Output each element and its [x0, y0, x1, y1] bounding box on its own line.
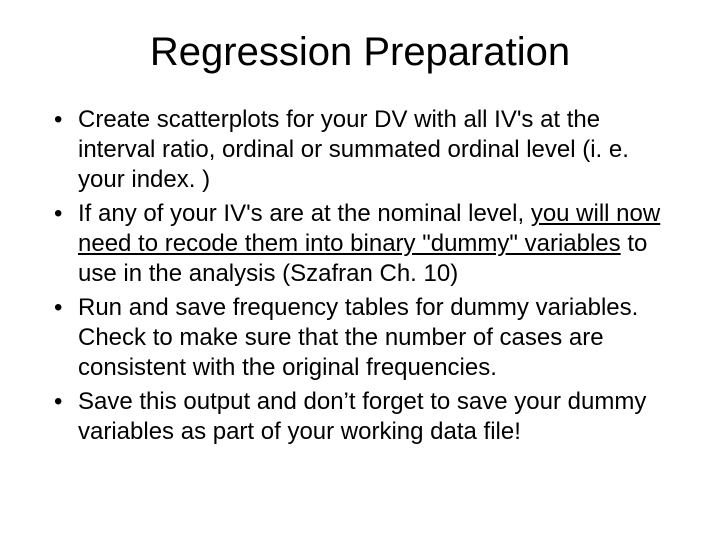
list-item: Create scatterplots for your DV with all… — [50, 105, 680, 195]
bullet-text-pre: Run and save frequency tables for dummy … — [78, 294, 638, 381]
bullet-text-pre: Save this output and don’t forget to sav… — [78, 388, 646, 445]
bullet-text-pre: Create scatterplots for your DV with all… — [78, 106, 629, 193]
page-title: Regression Preparation — [40, 30, 680, 75]
list-item: If any of your IV's are at the nominal l… — [50, 199, 680, 289]
bullet-text-pre: If any of your IV's are at the nominal l… — [78, 200, 531, 227]
slide: Regression Preparation Create scatterplo… — [0, 0, 720, 540]
list-item: Run and save frequency tables for dummy … — [50, 293, 680, 383]
list-item: Save this output and don’t forget to sav… — [50, 387, 680, 447]
bullet-list: Create scatterplots for your DV with all… — [50, 105, 680, 447]
